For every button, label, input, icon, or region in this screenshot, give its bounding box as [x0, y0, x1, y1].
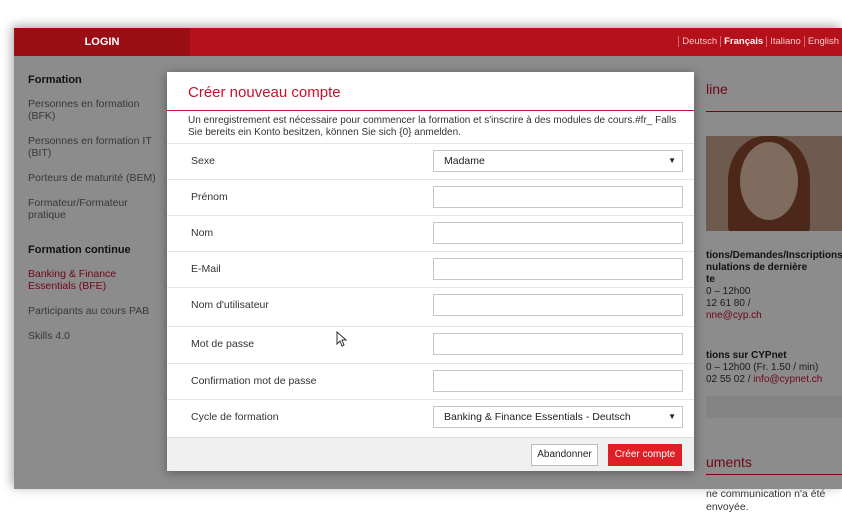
cycle-label: Cycle de formation: [191, 411, 279, 423]
cancel-button[interactable]: Abandonner: [531, 444, 598, 466]
email-input[interactable]: [433, 258, 683, 280]
password-confirm-input[interactable]: [433, 370, 683, 392]
form-row-prenom: Prénom: [167, 179, 694, 216]
form-row-cycle: Cycle de formation Banking & Finance Ess…: [167, 399, 694, 436]
lang-italiano[interactable]: Italiano: [766, 36, 804, 47]
login-button[interactable]: LOGIN: [14, 28, 190, 56]
password-label: Mot de passe: [191, 338, 255, 350]
username-label: Nom d'utilisateur: [191, 299, 269, 311]
top-navigation-bar: LOGIN Deutsch Français Italiano English: [14, 28, 842, 56]
form-row-nom: Nom: [167, 215, 694, 252]
lang-deutsch[interactable]: Deutsch: [678, 36, 721, 47]
form-row-password-confirm: Confirmation mot de passe: [167, 363, 694, 400]
password-input[interactable]: [433, 333, 683, 355]
lang-english[interactable]: English: [803, 36, 842, 47]
create-account-dialog: Créer nouveau compte Un enregistrement e…: [167, 72, 694, 471]
language-switcher: Deutsch Français Italiano English: [678, 28, 842, 56]
documents-empty-text: ne communication n'a été envoyée.: [706, 488, 826, 513]
dialog-footer: Abandonner Créer compte: [167, 437, 694, 471]
email-label: E-Mail: [191, 263, 221, 275]
password-confirm-label: Confirmation mot de passe: [191, 375, 317, 387]
create-account-button[interactable]: Créer compte: [608, 444, 682, 466]
mouse-pointer-icon: [336, 331, 348, 347]
caret-down-icon: ▼: [668, 156, 676, 165]
nom-input[interactable]: [433, 222, 683, 244]
sexe-label: Sexe: [191, 155, 215, 167]
form-row-password: Mot de passe: [167, 326, 694, 363]
cycle-select[interactable]: Banking & Finance Essentials - Deutsch ▼: [433, 406, 683, 428]
form-row-email: E-Mail: [167, 251, 694, 288]
form-row-sexe: Sexe Madame ▼: [167, 143, 694, 180]
sexe-select[interactable]: Madame ▼: [433, 150, 683, 172]
dialog-title: Créer nouveau compte: [188, 84, 341, 101]
prenom-label: Prénom: [191, 191, 228, 203]
nom-label: Nom: [191, 227, 214, 239]
dialog-info-text: Un enregistrement est nécessaire pour co…: [188, 115, 677, 138]
prenom-input[interactable]: [433, 186, 683, 208]
username-input[interactable]: [433, 294, 683, 316]
form-row-username: Nom d'utilisateur: [167, 287, 694, 324]
caret-down-icon: ▼: [668, 412, 676, 421]
lang-francais[interactable]: Français: [720, 36, 767, 47]
